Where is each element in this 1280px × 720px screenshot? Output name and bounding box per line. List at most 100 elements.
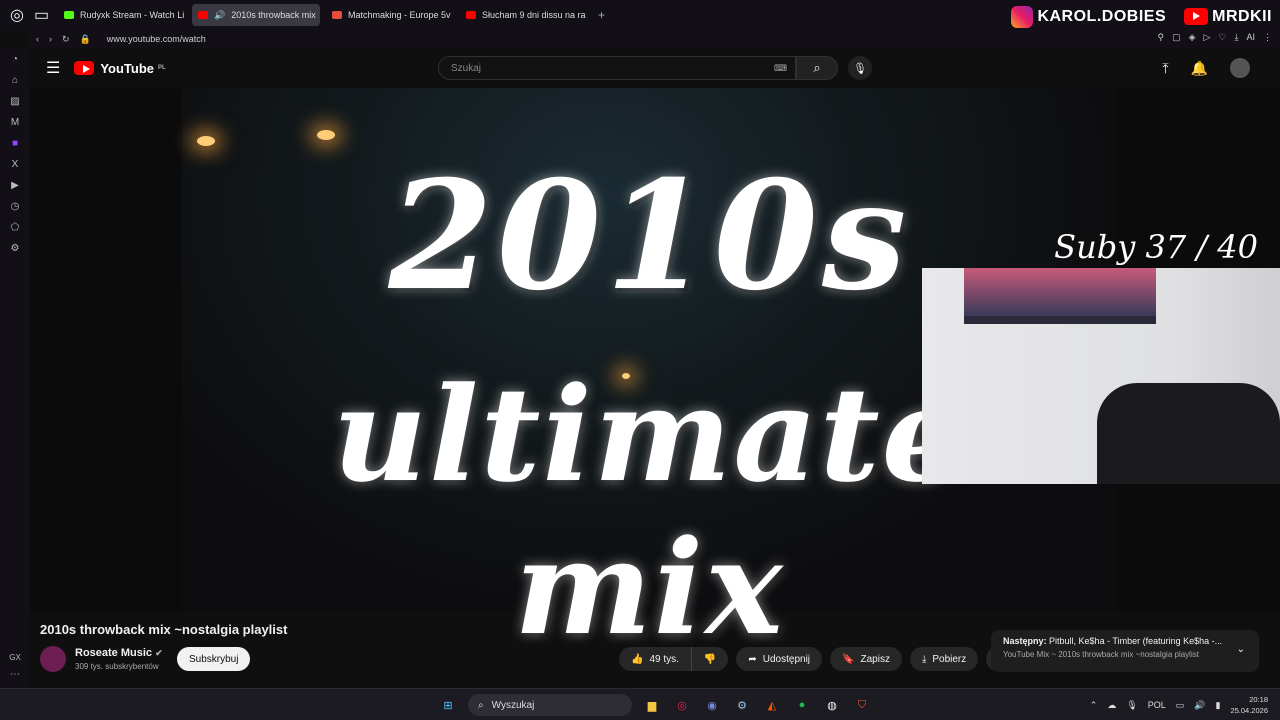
- microphone-tray-icon[interactable]: 🎙: [1126, 700, 1137, 711]
- channel-name-row[interactable]: Roseate Music ✔: [75, 647, 163, 659]
- like-dislike-group: 👍 49 tys. 👎: [619, 647, 729, 671]
- obs-icon[interactable]: ◍: [822, 695, 842, 715]
- video-player[interactable]: 2010s ultimate mix Suby 37 / 40: [30, 88, 1280, 664]
- forward-icon[interactable]: ›: [49, 34, 52, 44]
- back-icon[interactable]: ‹: [36, 34, 39, 44]
- windows-start-icon[interactable]: ⊞: [438, 695, 458, 715]
- youtube-header: ☰ YouTube PL Szukaj ⌨ ⌕ 🎙 ⤒ 🔔: [30, 48, 1280, 88]
- youtube-home-logo[interactable]: YouTube PL: [74, 61, 166, 76]
- download-button[interactable]: ⤓ Pobierz: [909, 647, 979, 671]
- twitch-icon[interactable]: ■: [12, 138, 18, 149]
- opera-gx-icon[interactable]: ◎: [672, 695, 692, 715]
- play-icon[interactable]: ▷: [1204, 32, 1211, 43]
- spotify-icon[interactable]: ●: [792, 695, 812, 715]
- download-arrow-icon: ⤓: [921, 653, 927, 665]
- shop-icon[interactable]: ⌂: [12, 75, 18, 86]
- account-avatar[interactable]: [1230, 58, 1250, 78]
- input-language[interactable]: POL: [1148, 700, 1166, 710]
- save-button[interactable]: 🔖 Zapisz: [830, 647, 902, 671]
- channel-name[interactable]: Roseate Music: [75, 647, 152, 659]
- extensions-icon[interactable]: ◈: [1189, 32, 1196, 43]
- search-input[interactable]: Szukaj ⌨: [438, 56, 796, 80]
- street-lamp: [197, 136, 215, 146]
- snapshot-icon[interactable]: ▢: [1172, 32, 1181, 43]
- battery-icon[interactable]: ▮: [1216, 700, 1221, 711]
- search-button[interactable]: ⌕: [796, 56, 838, 80]
- history-icon[interactable]: ◷: [11, 201, 20, 212]
- ai-button[interactable]: AI: [1246, 32, 1255, 43]
- next-up-label: Następny:: [1003, 636, 1047, 646]
- speed-dial-icon[interactable]: ◔: [12, 54, 18, 65]
- verified-icon: ✔: [155, 648, 163, 658]
- menu-dots-icon[interactable]: ⋮: [1263, 32, 1272, 43]
- extensions-sidebar-icon[interactable]: ⬠: [11, 222, 20, 233]
- gx-label[interactable]: GX: [9, 653, 21, 662]
- tab-faceit[interactable]: Matchmaking - Europe 5v: [326, 4, 454, 26]
- like-button[interactable]: 👍 49 tys.: [619, 647, 692, 671]
- next-up-source: YouTube Mix ~ 2010s throwback mix ~nosta…: [1003, 650, 1199, 659]
- kick-icon: [64, 11, 74, 19]
- photo-icon[interactable]: ▨: [10, 96, 19, 107]
- clock-time: 20:18: [1249, 695, 1268, 704]
- channel-subscriber-count: 309 tys. subskrybentów: [75, 662, 159, 671]
- youtube-name: MRDKII: [1212, 8, 1272, 25]
- download-icon[interactable]: ⤓: [1235, 32, 1239, 43]
- faceit-app-icon[interactable]: ◭: [762, 695, 782, 715]
- keyboard-icon[interactable]: ⌨: [774, 63, 787, 74]
- download-label: Pobierz: [932, 653, 967, 665]
- tab-label: Słucham 9 dni dissu na ra: [482, 10, 586, 20]
- taskbar-search-placeholder: Wyszukaj: [491, 699, 535, 711]
- url-field[interactable]: www.youtube.com/watch: [107, 34, 206, 44]
- browser-menu-area: ◎ ▭: [0, 5, 58, 25]
- taskbar-apps: ⊞ ⌕ Wyszukaj ▆ ◎ ◉ ⚙ ◭ ● ◍ ⛉: [438, 694, 872, 716]
- file-explorer-icon[interactable]: ▆: [642, 695, 662, 715]
- sidebar-more-icon[interactable]: ⋯: [10, 669, 20, 680]
- channel-avatar[interactable]: [40, 646, 66, 672]
- brave-icon[interactable]: ⛉: [852, 695, 872, 715]
- like-count: 49 tys.: [649, 653, 679, 665]
- voice-search-button[interactable]: 🎙: [848, 56, 872, 80]
- upload-icon[interactable]: ⤒: [1162, 60, 1168, 77]
- volume-icon[interactable]: 🔊: [1194, 700, 1205, 711]
- steam-icon[interactable]: ⚙: [732, 695, 752, 715]
- cloud-icon[interactable]: ☁: [1107, 700, 1116, 711]
- opera-menu-icon[interactable]: ◎: [10, 5, 24, 25]
- next-up-panel[interactable]: Następny: Pitbull, Ke$ha - Timber (featu…: [991, 630, 1259, 672]
- messenger-icon[interactable]: M: [11, 117, 19, 128]
- share-button[interactable]: ➦ Udostępnij: [736, 647, 823, 671]
- notifications-bell-icon[interactable]: 🔔: [1191, 60, 1208, 77]
- network-icon[interactable]: ▭: [1176, 700, 1185, 711]
- dislike-button[interactable]: 👎: [692, 654, 728, 665]
- faceit-icon: [332, 11, 342, 19]
- tab-overview-icon[interactable]: ▭: [34, 5, 49, 25]
- tray-overflow-icon[interactable]: ⌃: [1090, 700, 1098, 711]
- taskbar-search-input[interactable]: ⌕ Wyszukaj: [468, 694, 632, 716]
- tab-youtube-active[interactable]: 🔊 2010s throwback mix: [192, 4, 320, 26]
- tab-youtube-2[interactable]: Słucham 9 dni dissu na ra: [460, 4, 588, 26]
- video-actions: 👍 49 tys. 👎 ➦ Udostępnij 🔖 Zapisz ⤓ Pobierz …: [619, 647, 1011, 671]
- reload-icon[interactable]: ↻: [62, 34, 70, 45]
- discord-icon[interactable]: ◉: [702, 695, 722, 715]
- hamburger-menu-icon[interactable]: ☰: [46, 58, 60, 78]
- clock-date: 25.04.2026: [1230, 706, 1268, 715]
- heart-icon[interactable]: ♡: [1218, 32, 1226, 43]
- settings-icon[interactable]: ⚙: [11, 243, 20, 254]
- thumbs-down-icon: 👎: [703, 653, 717, 665]
- x-twitter-icon[interactable]: X: [12, 159, 19, 170]
- player-icon[interactable]: ▶: [11, 180, 19, 191]
- search-icon: ⌕: [813, 60, 821, 75]
- stream-social-overlay: KAROL.DOBIES MRDKII: [1011, 6, 1272, 28]
- share-icon: ➦: [748, 653, 757, 665]
- youtube-play-icon: [74, 61, 95, 75]
- pin-icon[interactable]: ⚲: [1157, 32, 1164, 43]
- clock[interactable]: 20:18 25.04.2026: [1230, 694, 1268, 716]
- chevron-down-icon[interactable]: ⌄: [1237, 644, 1245, 655]
- bookmark-icon: 🔖: [842, 653, 855, 665]
- new-tab-button[interactable]: +: [598, 8, 605, 22]
- speaker-icon: 🔊: [214, 9, 226, 20]
- tab-label: 2010s throwback mix: [231, 10, 316, 20]
- header-actions: ⤒ 🔔: [1162, 58, 1250, 78]
- search-placeholder: Szukaj: [451, 62, 482, 74]
- tab-kick[interactable]: Rudyxk Stream - Watch Li: [58, 4, 186, 26]
- subscribe-button[interactable]: Subskrybuj: [177, 647, 251, 671]
